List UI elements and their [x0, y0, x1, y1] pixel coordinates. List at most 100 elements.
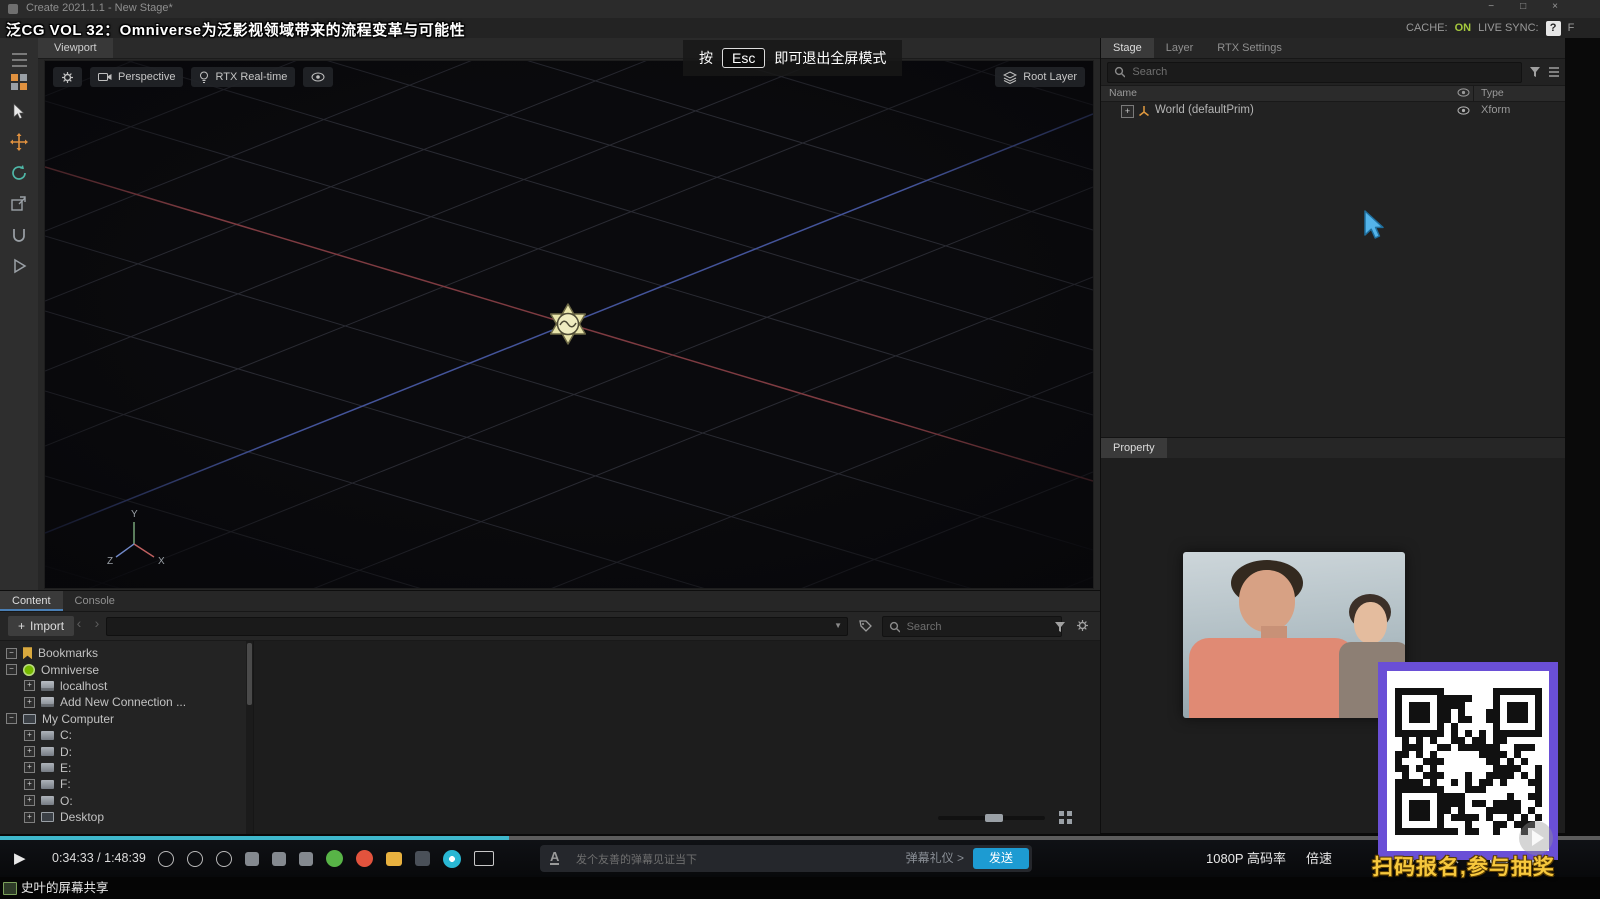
- tree-item-omniverse[interactable]: − Omniverse: [0, 661, 246, 677]
- tree-item-drive-o[interactable]: + O:: [0, 793, 246, 809]
- taskbar-icon-5[interactable]: [272, 851, 286, 866]
- expander-icon[interactable]: +: [24, 746, 35, 758]
- maximize-button[interactable]: □: [1520, 1, 1526, 12]
- visibility-column-icon[interactable]: [1457, 88, 1470, 100]
- minimize-button[interactable]: −: [1488, 1, 1494, 12]
- export-tool-icon[interactable]: [7, 192, 31, 216]
- tree-item-bookmarks[interactable]: − Bookmarks: [0, 645, 246, 661]
- tree-item-my-computer[interactable]: − My Computer: [0, 711, 246, 727]
- renderer-button[interactable]: RTX Real-time: [191, 67, 296, 87]
- path-input[interactable]: ▼: [106, 617, 848, 636]
- danmaku-style-icon[interactable]: A: [550, 850, 560, 865]
- column-type[interactable]: Type: [1481, 87, 1504, 99]
- rotate-tool-icon[interactable]: [7, 161, 31, 185]
- content-search[interactable]: [882, 616, 1062, 637]
- menu-icon[interactable]: [7, 48, 31, 72]
- tree-item-localhost[interactable]: + localhost: [0, 678, 246, 694]
- taskbar-icon-6[interactable]: [299, 851, 313, 866]
- expander-icon[interactable]: +: [24, 696, 35, 708]
- tree-scrollbar[interactable]: [246, 641, 253, 834]
- forward-icon[interactable]: ›: [90, 615, 104, 631]
- grid-view-icon[interactable]: [1059, 811, 1072, 824]
- select-tool-icon[interactable]: [7, 100, 31, 124]
- viewport-canvas[interactable]: Y X Z Perspective RTX Real-time Root Lay…: [44, 60, 1094, 589]
- expander-icon[interactable]: +: [24, 778, 35, 790]
- cache-status: ON: [1454, 22, 1472, 34]
- options-icon[interactable]: [1548, 67, 1560, 77]
- viewport-panel: Viewport Y X Z Perspective RTX Real-time…: [38, 38, 1100, 590]
- chevron-down-icon[interactable]: ▼: [834, 621, 842, 630]
- eye-icon[interactable]: [1457, 106, 1470, 118]
- expander-icon[interactable]: −: [6, 664, 17, 676]
- taskbar-icon-2[interactable]: [187, 850, 203, 867]
- taskbar-icon-7[interactable]: [326, 850, 343, 867]
- play-watermark-icon: [1519, 821, 1553, 855]
- taskbar-icon-10[interactable]: [415, 851, 430, 866]
- esc-suffix: 即可退出全屏模式: [774, 50, 887, 66]
- stage-search-input[interactable]: [1130, 65, 1515, 79]
- camera-mode-button[interactable]: Perspective: [90, 67, 184, 87]
- danmaku-etiquette-link[interactable]: 弹幕礼仪 >: [906, 845, 964, 872]
- tree-item-drive-c[interactable]: + C:: [0, 727, 246, 743]
- thumbnail-size-slider[interactable]: [938, 814, 1045, 822]
- taskbar-icon-8[interactable]: [356, 850, 373, 867]
- taskbar-icon-3[interactable]: [216, 850, 232, 867]
- bookmark-tag-icon[interactable]: [858, 619, 872, 638]
- tab-stage[interactable]: Stage: [1101, 38, 1154, 58]
- close-button[interactable]: ×: [1552, 1, 1558, 12]
- expander-icon[interactable]: −: [6, 647, 17, 659]
- app-icon: [8, 4, 18, 14]
- taskbar-icon-1[interactable]: [158, 850, 174, 867]
- visibility-button[interactable]: [303, 67, 334, 87]
- root-layer-button[interactable]: Root Layer: [995, 67, 1085, 87]
- right-gutter: [1565, 38, 1600, 833]
- expander-icon[interactable]: +: [24, 680, 35, 692]
- expander-icon[interactable]: +: [24, 729, 35, 741]
- tree-item-drive-e[interactable]: + E:: [0, 760, 246, 776]
- tree-item-drive-f[interactable]: + F:: [0, 776, 246, 792]
- move-tool-icon[interactable]: [7, 130, 31, 154]
- send-button[interactable]: 发送: [973, 848, 1029, 869]
- snap-tool-icon[interactable]: [7, 223, 31, 247]
- play-tool-icon[interactable]: [7, 254, 31, 278]
- tree-item-drive-d[interactable]: + D:: [0, 743, 246, 759]
- content-search-input[interactable]: [904, 619, 1055, 634]
- tab-console[interactable]: Console: [63, 591, 127, 611]
- expander-icon[interactable]: +: [1121, 105, 1134, 118]
- prim-name[interactable]: World (defaultPrim): [1155, 104, 1254, 116]
- danmaku-input-box[interactable]: A 弹幕礼仪 > 发送: [540, 845, 1070, 873]
- tab-content[interactable]: Content: [0, 591, 63, 611]
- tab-rtx-settings[interactable]: RTX Settings: [1205, 38, 1294, 58]
- column-name[interactable]: Name: [1109, 87, 1137, 99]
- viewport-grid: Y X Z: [45, 61, 1093, 588]
- taskbar-icon-9[interactable]: [386, 851, 402, 866]
- tab-layer[interactable]: Layer: [1154, 38, 1206, 58]
- danmaku-toggle-icon[interactable]: [443, 849, 461, 868]
- play-button[interactable]: ▶: [14, 849, 26, 867]
- expander-icon[interactable]: +: [24, 811, 35, 823]
- tree-item-desktop[interactable]: + Desktop: [0, 809, 246, 825]
- tree-item-add-connection[interactable]: + Add New Connection ...: [0, 694, 246, 710]
- stage-search[interactable]: [1107, 61, 1522, 83]
- tab-property[interactable]: Property: [1101, 438, 1167, 458]
- filter-icon[interactable]: [1054, 620, 1066, 638]
- stage-row-world[interactable]: + World (defaultPrim) Xform: [1101, 102, 1566, 120]
- help-icon[interactable]: ?: [1545, 20, 1561, 36]
- expander-icon[interactable]: −: [6, 713, 17, 725]
- speed-selector[interactable]: 倍速: [1306, 840, 1332, 877]
- expander-icon[interactable]: +: [24, 762, 35, 774]
- file-grid-area[interactable]: [253, 641, 1100, 834]
- viewport-settings-button[interactable]: [53, 67, 82, 87]
- tab-viewport[interactable]: Viewport: [38, 38, 113, 58]
- property-tabbar: Property: [1101, 437, 1566, 459]
- quality-selector[interactable]: 1080P 高码率: [1206, 840, 1286, 877]
- taskbar-icon-4[interactable]: [245, 851, 259, 866]
- apps-icon[interactable]: [7, 70, 31, 94]
- danmaku-list-icon[interactable]: [474, 851, 494, 866]
- expander-icon[interactable]: +: [24, 795, 35, 807]
- import-button[interactable]: + Import: [8, 616, 75, 636]
- back-icon[interactable]: ‹: [72, 615, 86, 631]
- gear-icon[interactable]: [1076, 619, 1089, 637]
- screen-share-label: 史叶的屏幕共享: [21, 881, 109, 895]
- filter-icon[interactable]: [1529, 66, 1541, 78]
